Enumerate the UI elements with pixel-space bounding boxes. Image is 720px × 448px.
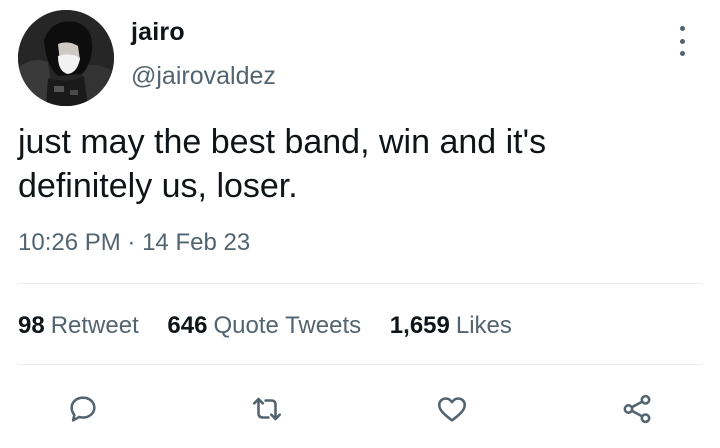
quote-label: Quote Tweets	[213, 312, 362, 339]
tweet-timestamp[interactable]: 10:26 PM · 14 Feb 23	[18, 229, 250, 257]
tweet-card: jairo @jairovaldez just may the best ban…	[0, 0, 720, 448]
retweet-count: 98	[18, 312, 45, 339]
tweet-text-line: just may the best band, win and it's	[18, 123, 547, 161]
likes-count: 1,659	[389, 312, 450, 339]
quote-tweets-stat[interactable]: 646 Quote Tweets	[167, 312, 361, 339]
display-name[interactable]: jairo	[131, 18, 185, 47]
tweet-date: 14 Feb 23	[142, 229, 251, 256]
dot	[679, 51, 685, 56]
avatar-image	[18, 10, 114, 106]
reply-button[interactable]	[63, 389, 103, 429]
like-button[interactable]	[432, 389, 472, 429]
retweet-button[interactable]	[247, 389, 287, 429]
retweet-stat[interactable]: 98 Retweet	[18, 312, 139, 339]
retweet-icon	[252, 397, 282, 421]
likes-stat[interactable]: 1,659 Likes	[390, 312, 512, 339]
likes-label: Likes	[455, 312, 512, 339]
dot	[679, 38, 685, 44]
user-handle[interactable]: @jairovaldez	[131, 62, 276, 91]
retweet-label: Retweet	[50, 312, 139, 339]
reply-icon	[70, 396, 96, 422]
tweet-time: 10:26 PM	[18, 229, 121, 256]
share-button[interactable]	[617, 389, 657, 429]
dot	[679, 26, 685, 31]
divider	[18, 364, 702, 365]
divider	[18, 283, 702, 284]
tweet-stats: 98 Retweet 646 Quote Tweets 1,659 Likes	[18, 312, 534, 340]
tweet-text: just may the best band, win and it's def…	[18, 120, 698, 208]
avatar[interactable]	[18, 10, 114, 106]
tweet-text-line: definitely us, loser.	[18, 167, 298, 205]
share-icon	[623, 394, 651, 424]
quote-count: 646	[167, 312, 208, 339]
heart-icon	[437, 397, 467, 422]
separator: ·	[127, 229, 136, 256]
more-options-icon[interactable]	[668, 26, 696, 56]
